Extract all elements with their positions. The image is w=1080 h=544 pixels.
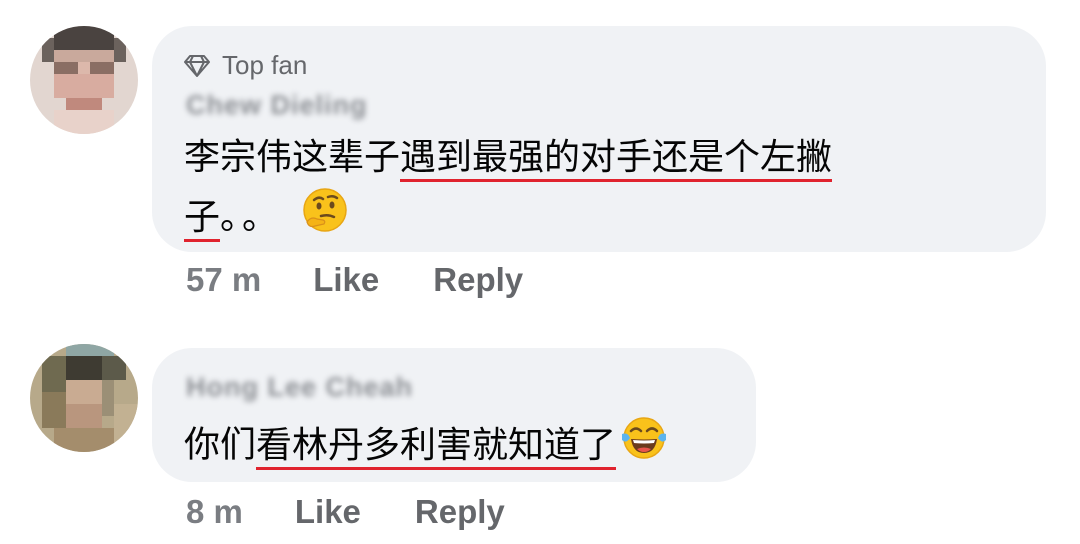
tears-of-joy-emoji — [620, 414, 668, 479]
underlined-text: 子 — [184, 196, 221, 242]
avatar[interactable] — [30, 344, 138, 452]
comment-text: 李宗伟这辈子遇到最强的对手还是个左撇子。。 — [184, 130, 944, 251]
author-name-text: Chew Dieling — [186, 89, 368, 120]
text-segment: 。。 — [220, 196, 283, 238]
comment-bubble: Top fan Chew Dieling 李宗伟这辈子遇到最强的对手还是个左撇子… — [152, 26, 1046, 252]
author-name[interactable]: Chew Dieling — [186, 90, 368, 120]
top-fan-badge: Top fan — [184, 50, 307, 81]
reply-button[interactable]: Reply — [415, 493, 505, 531]
like-button[interactable]: Like — [295, 493, 361, 531]
comment-bubble: Hong Lee Cheah 你们看林丹多利害就知道了 — [152, 348, 756, 482]
text-segment: 你们 — [184, 424, 257, 466]
like-button[interactable]: Like — [313, 261, 379, 299]
comment-timestamp[interactable]: 57 m — [186, 261, 261, 299]
author-name-text: Hong Lee Cheah — [186, 371, 414, 402]
reply-button[interactable]: Reply — [433, 261, 523, 299]
comment-actions: 8 m Like Reply — [186, 490, 505, 534]
author-name[interactable]: Hong Lee Cheah — [186, 372, 413, 402]
badge-label: Top fan — [222, 50, 308, 80]
comment-actions: 57 m Like Reply — [186, 258, 523, 302]
diamond-icon — [184, 54, 210, 77]
text-segment: 李宗伟这辈子 — [184, 137, 401, 178]
comment-text: 你们看林丹多利害就知道了 — [184, 414, 744, 479]
avatar[interactable] — [30, 26, 138, 134]
underlined-text: 看林丹多利害就知道了 — [256, 424, 617, 470]
underlined-text: 遇到最强的对手还是个左撇 — [400, 137, 833, 182]
comment-timestamp[interactable]: 8 m — [186, 493, 243, 531]
thinking-face-emoji — [301, 186, 349, 251]
